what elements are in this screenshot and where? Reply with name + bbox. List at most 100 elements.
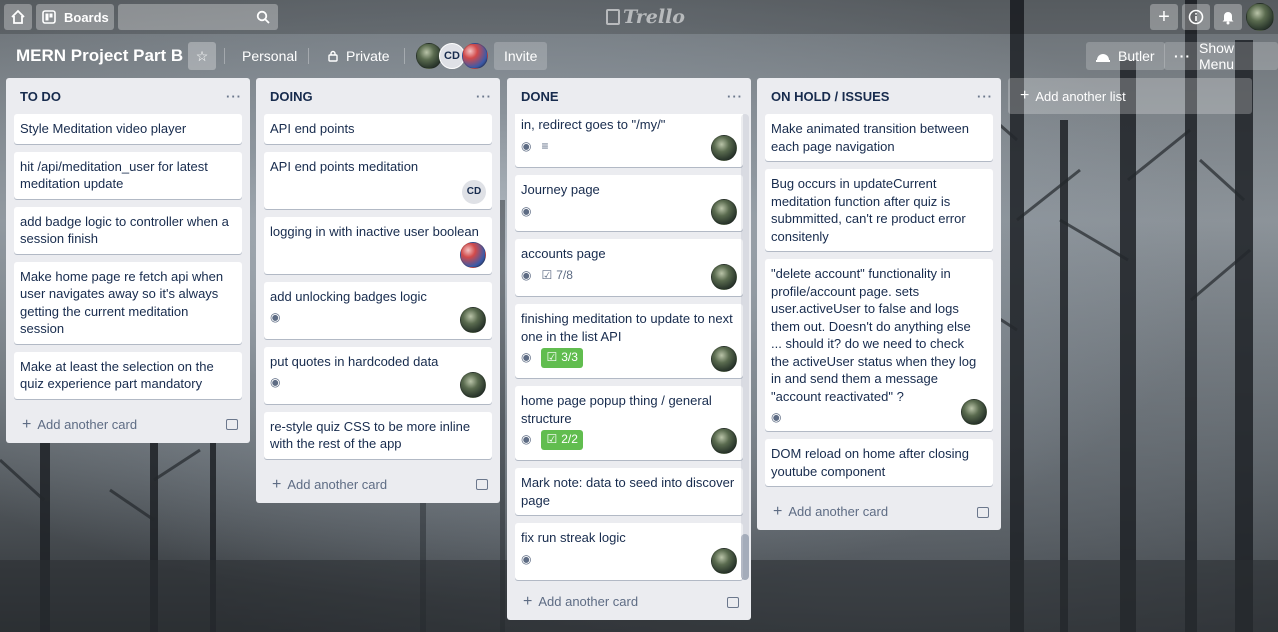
list-title[interactable]: DOING (270, 89, 313, 104)
member-avatar-initials[interactable]: CD (462, 179, 486, 204)
card[interactable]: add badge logic to controller when a ses… (14, 206, 242, 254)
list-header[interactable]: ON HOLD / ISSUES ··· (757, 78, 1001, 114)
search-input[interactable] (118, 4, 278, 30)
lock-icon (328, 50, 338, 62)
add-card-button[interactable]: + Add another card (507, 584, 751, 620)
card-title: logging in with inactive user boolean (270, 223, 479, 239)
card[interactable]: hit /api/meditation_user for latest medi… (14, 151, 242, 199)
member-avatar[interactable] (460, 306, 486, 333)
butler-icon (1096, 54, 1110, 62)
card[interactable]: re-style quiz CSS to be more inline with… (264, 411, 492, 459)
card[interactable]: Make animated transition between each pa… (765, 114, 993, 161)
card[interactable]: Mark note: data to seed into discover pa… (515, 468, 743, 515)
member-avatar[interactable] (462, 43, 488, 69)
star-board-button[interactable]: ☆ (188, 42, 216, 70)
checkbox-icon: ☑ (546, 350, 558, 365)
home-icon (11, 9, 25, 24)
card-title: hit /api/meditation_user for latest medi… (20, 158, 208, 192)
list-scrollbar-track[interactable] (741, 114, 749, 580)
card[interactable]: add unlocking badges logic ◉ (264, 281, 492, 339)
card[interactable]: finishing meditation to update to next o… (515, 304, 743, 378)
watching-eye-icon: ◉ (521, 138, 532, 153)
logo-text: Trello (623, 6, 685, 28)
add-card-label: Add another card (788, 504, 889, 519)
card[interactable]: accounts page ◉ ☑ 7/8 (515, 239, 743, 296)
member-avatar[interactable] (711, 346, 737, 372)
list-title[interactable]: ON HOLD / ISSUES (771, 89, 889, 104)
boards-button[interactable]: Boards (36, 4, 114, 30)
team-button[interactable]: Personal (232, 42, 307, 70)
card-title: add unlocking badges logic (270, 288, 427, 304)
butler-button[interactable]: Butler (1086, 42, 1165, 70)
list-title[interactable]: TO DO (20, 89, 61, 104)
create-button[interactable]: + (1150, 4, 1178, 30)
card-template-icon[interactable] (226, 419, 238, 430)
member-avatar[interactable] (460, 371, 486, 398)
plus-icon: + (272, 475, 282, 493)
list-cards-scroll-area[interactable]: in, redirect goes to "/my/" ◉ ≡ Journey … (507, 114, 751, 584)
card-title: re-style quiz CSS to be more inline with… (270, 418, 471, 452)
add-card-label: Add another card (287, 476, 388, 492)
add-card-button[interactable]: + Add another card (757, 494, 1001, 530)
add-card-label: Add another card (37, 416, 138, 432)
card[interactable]: logging in with inactive user boolean (264, 216, 492, 274)
card[interactable]: in, redirect goes to "/my/" ◉ ≡ (515, 114, 743, 167)
member-avatar[interactable] (711, 135, 737, 161)
notifications-button[interactable] (1214, 4, 1242, 30)
card-template-icon[interactable] (476, 479, 488, 490)
list-header[interactable]: TO DO ··· (6, 78, 250, 114)
info-button[interactable] (1182, 4, 1210, 30)
card-template-icon[interactable] (727, 596, 739, 608)
list-scrollbar-thumb[interactable] (741, 534, 749, 580)
board-title[interactable]: MERN Project Part B (8, 40, 191, 72)
checklist-badge: ☑ 2/2 (541, 430, 583, 450)
plus-icon: + (1158, 5, 1170, 28)
card[interactable]: "delete account" functionality in profil… (765, 259, 993, 431)
card[interactable]: API end points meditation CD (264, 151, 492, 209)
card[interactable]: put quotes in hardcoded data ◉ (264, 346, 492, 404)
add-card-button[interactable]: + Add another card (6, 407, 250, 443)
list-doing: DOING ··· API end points API end points … (256, 78, 500, 503)
visibility-button[interactable]: Private (318, 42, 400, 70)
list-menu-icon[interactable]: ··· (977, 89, 993, 104)
member-avatar[interactable] (961, 399, 987, 425)
list-header[interactable]: DOING ··· (256, 78, 500, 114)
card-title: Make at least the selection on the quiz … (20, 358, 214, 392)
card[interactable]: Style Meditation video player (14, 114, 242, 144)
card-title: "delete account" functionality in profil… (771, 266, 977, 404)
header-divider (224, 48, 225, 64)
plus-icon: + (523, 593, 533, 610)
card[interactable]: Journey page ◉ (515, 175, 743, 231)
checklist-badge: ☑ 3/3 (541, 348, 583, 368)
user-avatar[interactable] (1246, 3, 1274, 31)
card[interactable]: API end points (264, 114, 492, 144)
member-avatar[interactable] (460, 241, 486, 268)
member-avatar[interactable] (711, 199, 737, 225)
watching-eye-icon: ◉ (521, 551, 532, 566)
top-navigation-bar: Boards Trello + (0, 0, 1278, 34)
show-menu-button[interactable]: ··· Show Menu (1164, 40, 1278, 72)
list-menu-icon[interactable]: ··· (226, 89, 242, 104)
card-template-icon[interactable] (977, 506, 989, 518)
board-members: CD (416, 43, 488, 69)
list-menu-icon[interactable]: ··· (727, 89, 743, 104)
list-header[interactable]: DONE ··· (507, 78, 751, 114)
list-title[interactable]: DONE (521, 89, 559, 104)
list-menu-icon[interactable]: ··· (476, 89, 492, 104)
card[interactable]: DOM reload on home after closing youtube… (765, 439, 993, 486)
member-avatar[interactable] (711, 548, 737, 574)
member-avatar[interactable] (711, 428, 737, 454)
checkbox-icon: ☑ (541, 267, 553, 282)
member-avatar[interactable] (711, 264, 737, 290)
home-button[interactable] (4, 4, 32, 30)
card[interactable]: fix run streak logic ◉ (515, 523, 743, 580)
add-card-button[interactable]: + Add another card (256, 467, 500, 503)
card[interactable]: Bug occurs in updateCurrent meditation f… (765, 169, 993, 251)
card[interactable]: Make at least the selection on the quiz … (14, 351, 242, 399)
card-title: Style Meditation video player (20, 121, 187, 136)
invite-button[interactable]: Invite (494, 42, 548, 70)
card[interactable]: home page popup thing / general structur… (515, 386, 743, 460)
add-list-button[interactable]: + Add another list (1008, 78, 1252, 114)
card[interactable]: Make home page re fetch api when user na… (14, 261, 242, 344)
trello-logo[interactable]: Trello (606, 6, 685, 28)
